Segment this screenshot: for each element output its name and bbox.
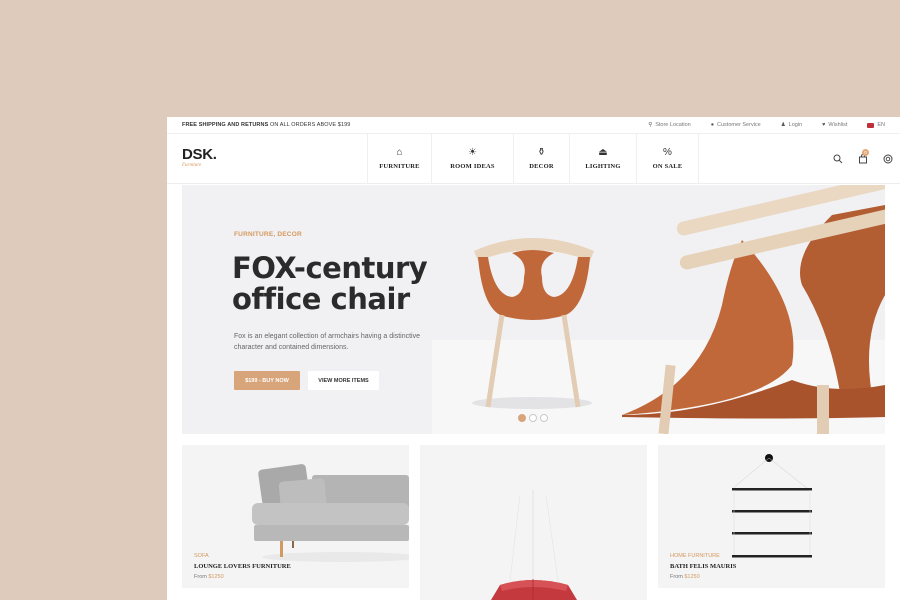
map-pin-icon: ⚲	[648, 122, 653, 128]
card-category: HOME FURNITURE	[670, 553, 720, 559]
vase-icon: ⚱	[537, 147, 546, 158]
top-links: ⚲ Store Location ● Customer Service ♟ Login…	[638, 122, 885, 128]
support-icon: ●	[710, 122, 715, 128]
main-nav: ⌂ FURNITURE ☀ ROOM IDEAS ⚱ DECOR ⏏ LIGHTING …	[367, 134, 699, 184]
cart-count-badge: 0	[862, 149, 869, 156]
lamp-icon: ⏏	[598, 147, 608, 158]
slider-dot-3[interactable]	[540, 414, 548, 422]
user-icon: ♟	[780, 122, 786, 128]
card-name: LOUNGE LOVERS FURNITURE	[194, 563, 291, 570]
cart-button[interactable]: 0	[850, 149, 875, 164]
nav-furniture[interactable]: ⌂ FURNITURE	[367, 134, 431, 184]
flag-icon	[867, 122, 875, 128]
hero-category: FURNITURE, DECOR	[234, 231, 302, 238]
card-category: SOFA	[194, 553, 209, 559]
language-selector[interactable]: EN	[857, 122, 885, 128]
hero-title: FOX-century office chair	[232, 251, 428, 316]
top-bar: FREE SHIPPING AND RETURNS ON ALL ORDERS …	[167, 117, 900, 134]
nav-decor[interactable]: ⚱ DECOR	[513, 134, 569, 184]
product-card-shelf[interactable]: HOME FURNITURE BATH FELIS MAURIS From $1…	[658, 445, 885, 588]
slider-dot-1[interactable]	[518, 414, 526, 422]
pendant-lamp-image	[491, 490, 577, 600]
hero-slider: FURNITURE, DECOR FOX-century office chair…	[182, 185, 885, 434]
customer-service-link[interactable]: ● Customer Service	[701, 122, 771, 128]
logo[interactable]: DSK. Furniture	[182, 147, 217, 168]
nav-room-ideas[interactable]: ☀ ROOM IDEAS	[431, 134, 513, 184]
heart-icon: ♥	[822, 122, 826, 128]
shipping-promo: FREE SHIPPING AND RETURNS ON ALL ORDERS …	[182, 122, 351, 128]
slider-dot-2[interactable]	[529, 414, 537, 422]
product-card-lamp[interactable]	[420, 445, 647, 600]
store-location-link[interactable]: ⚲ Store Location	[638, 122, 701, 128]
slider-dots	[518, 414, 548, 422]
view-more-button[interactable]: VIEW MORE ITEMS	[308, 371, 379, 390]
card-name: BATH FELIS MAURIS	[670, 563, 737, 570]
product-card-sofa[interactable]: SOFA LOUNGE LOVERS FURNITURE From $1250	[182, 445, 409, 588]
product-cards: SOFA LOUNGE LOVERS FURNITURE From $1250	[182, 445, 885, 600]
wishlist-link[interactable]: ♥ Wishlist	[812, 122, 857, 128]
chair-front-view	[472, 238, 594, 409]
logo-subtitle: Furniture	[182, 163, 202, 168]
login-link[interactable]: ♟ Login	[771, 122, 812, 128]
armchair-icon: ⌂	[396, 147, 403, 158]
hero-description: Fox is an elegant collection of armchair…	[234, 333, 420, 351]
nav-lighting[interactable]: ⏏ LIGHTING	[569, 134, 636, 184]
card-price: From $1250	[194, 574, 224, 580]
account-icon	[883, 154, 892, 164]
account-button[interactable]	[875, 154, 900, 164]
card-price: From $1250	[670, 574, 700, 580]
storefront-page: FREE SHIPPING AND RETURNS ON ALL ORDERS …	[167, 117, 900, 600]
buy-now-button[interactable]: $199 - BUY NOW	[234, 371, 300, 390]
search-icon	[833, 154, 842, 164]
lightbulb-icon: ☀	[468, 147, 477, 158]
chair-closeup	[622, 185, 885, 434]
header-actions: 0	[825, 134, 900, 184]
nav-on-sale[interactable]: % ON SALE	[636, 134, 699, 184]
search-button[interactable]	[825, 154, 850, 164]
main-header: DSK. Furniture ⌂ FURNITURE ☀ ROOM IDEAS ⚱ D…	[167, 134, 900, 184]
logo-mark: DSK.	[182, 146, 217, 163]
discount-icon: %	[663, 147, 672, 158]
